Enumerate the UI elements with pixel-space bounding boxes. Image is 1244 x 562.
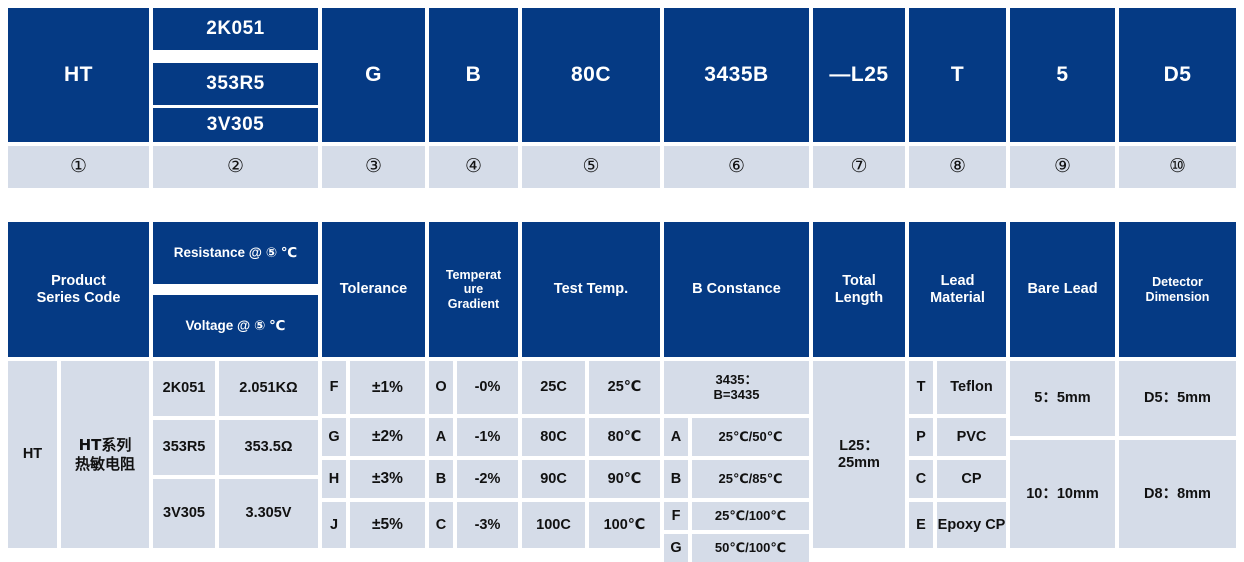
part-segment-marker-7: ⑦: [813, 146, 905, 188]
legend-resistance-value-2: 353.5Ω: [219, 420, 318, 475]
legend-gradient-value-1: -0%: [457, 361, 518, 414]
legend-gradient-code-3: B: [429, 460, 453, 498]
legend-lead-material-value-2: PVC: [937, 418, 1006, 456]
legend-header-test-temp: Test Temp.: [522, 222, 660, 357]
legend-lead-material-code-3: C: [909, 460, 933, 498]
legend-resistance-code-2: 353R5: [153, 420, 215, 475]
legend-detector-dimension-1: D5：5mm: [1119, 361, 1236, 436]
legend-test-temp-code-4: 100C: [522, 502, 585, 548]
legend-total-length-value: L25： 25mm: [813, 361, 905, 548]
part-segment-marker-4: ④: [429, 146, 518, 188]
part-segment-marker-10: ⑩: [1119, 146, 1236, 188]
legend-test-temp-value-4: 100℃: [589, 502, 660, 548]
legend-product-series-description: HT系列 热敏电阻: [61, 361, 149, 548]
part-segment-marker-2: ②: [153, 146, 318, 188]
part-segment-marker-6: ⑥: [664, 146, 809, 188]
legend-b-constance-value-2: 25℃/85℃: [692, 460, 809, 498]
legend-tolerance-value-4: ±5%: [350, 502, 425, 548]
legend-b-constance-code-4: G: [664, 534, 688, 562]
legend-lead-material-value-1: Teflon: [937, 361, 1006, 414]
legend-gradient-code-4: C: [429, 502, 453, 548]
part-segment-code-2b: 353R5: [153, 63, 318, 105]
legend-header-temperature-gradient: Temperat ure Gradient: [429, 222, 518, 357]
legend-gradient-code-1: O: [429, 361, 453, 414]
legend-lead-material-code-2: P: [909, 418, 933, 456]
part-segment-code-9: 5: [1010, 8, 1115, 142]
legend-header-detector-dimension: Detector Dimension: [1119, 222, 1236, 357]
legend-voltage-code-3: 3V305: [153, 479, 215, 548]
part-number-decoder-sheet: HT 2K051 353R5 3V305 G B 80C 3435B —L25 …: [0, 0, 1244, 562]
part-segment-marker-9: ⑨: [1010, 146, 1115, 188]
legend-tolerance-code-3: H: [322, 460, 346, 498]
legend-tolerance-code-4: J: [322, 502, 346, 548]
part-segment-code-1: HT: [8, 8, 149, 142]
legend-b-constance-code-1: A: [664, 418, 688, 456]
part-segment-code-10: D5: [1119, 8, 1236, 142]
legend-test-temp-value-1: 25℃: [589, 361, 660, 414]
part-segment-marker-3: ③: [322, 146, 425, 188]
legend-gradient-value-2: -1%: [457, 418, 518, 456]
part-segment-code-2a: 2K051: [153, 8, 318, 50]
legend-voltage-value-3: 3.305V: [219, 479, 318, 548]
part-segment-code-2c: 3V305: [153, 108, 318, 142]
part-segment-code-4: B: [429, 8, 518, 142]
legend-test-temp-code-1: 25C: [522, 361, 585, 414]
legend-header-total-length: Total Length: [813, 222, 905, 357]
legend-test-temp-value-3: 90℃: [589, 460, 660, 498]
legend-resistance-code-1: 2K051: [153, 361, 215, 416]
part-segment-marker-1: ①: [8, 146, 149, 188]
legend-header-voltage: Voltage @ ⑤ ℃: [153, 295, 318, 357]
legend-gradient-code-2: A: [429, 418, 453, 456]
part-segment-code-3: G: [322, 8, 425, 142]
legend-b-constance-value-4: 50℃/100℃: [692, 534, 809, 562]
legend-tolerance-value-3: ±3%: [350, 460, 425, 498]
legend-header-bare-lead: Bare Lead: [1010, 222, 1115, 357]
legend-header-product-series-code: Product Series Code: [8, 222, 149, 357]
legend-test-temp-code-2: 80C: [522, 418, 585, 456]
part-segment-marker-5: ⑤: [522, 146, 660, 188]
part-segment-marker-8: ⑧: [909, 146, 1006, 188]
part-segment-code-5: 80C: [522, 8, 660, 142]
legend-tolerance-value-1: ±1%: [350, 361, 425, 414]
legend-detector-dimension-2: D8：8mm: [1119, 440, 1236, 548]
legend-product-series-code: HT: [8, 361, 57, 548]
legend-lead-material-code-4: E: [909, 502, 933, 548]
legend-tolerance-code-2: G: [322, 418, 346, 456]
legend-lead-material-value-4: Epoxy CP: [937, 502, 1006, 548]
legend-test-temp-code-3: 90C: [522, 460, 585, 498]
legend-b-constance-value-3: 25℃/100℃: [692, 502, 809, 530]
legend-lead-material-code-1: T: [909, 361, 933, 414]
legend-test-temp-value-2: 80℃: [589, 418, 660, 456]
part-segment-code-8: T: [909, 8, 1006, 142]
legend-header-resistance: Resistance @ ⑤ ℃: [153, 222, 318, 284]
part-segment-code-7: —L25: [813, 8, 905, 142]
legend-lead-material-value-3: CP: [937, 460, 1006, 498]
legend-header-b-constance: B Constance: [664, 222, 809, 357]
legend-tolerance-code-1: F: [322, 361, 346, 414]
legend-header-tolerance: Tolerance: [322, 222, 425, 357]
part-segment-code-6: 3435B: [664, 8, 809, 142]
legend-gradient-value-3: -2%: [457, 460, 518, 498]
legend-tolerance-value-2: ±2%: [350, 418, 425, 456]
legend-b-constance-note: 3435： B=3435: [664, 361, 809, 414]
legend-b-constance-value-1: 25℃/50℃: [692, 418, 809, 456]
legend-resistance-value-1: 2.051KΩ: [219, 361, 318, 416]
legend-bare-lead-1: 5：5mm: [1010, 361, 1115, 436]
legend-bare-lead-2: 10：10mm: [1010, 440, 1115, 548]
legend-b-constance-code-2: B: [664, 460, 688, 498]
legend-gradient-value-4: -3%: [457, 502, 518, 548]
legend-b-constance-code-3: F: [664, 502, 688, 530]
legend-header-lead-material: Lead Material: [909, 222, 1006, 357]
